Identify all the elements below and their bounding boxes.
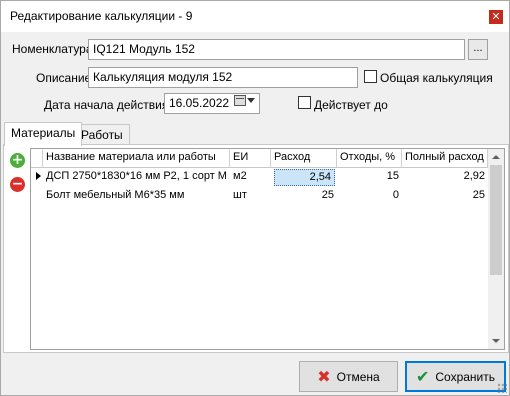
- scroll-thumb[interactable]: [490, 165, 502, 275]
- description-label: Описание: [36, 71, 92, 85]
- cell-waste[interactable]: 0: [337, 187, 402, 206]
- tab-materials[interactable]: Материалы: [4, 122, 83, 146]
- cell-unit[interactable]: шт: [230, 187, 271, 206]
- cell-consumption-selected[interactable]: 2,54: [274, 169, 335, 186]
- materials-grid[interactable]: Название материала или работы ЕИ Расход …: [30, 148, 505, 350]
- column-header-unit[interactable]: ЕИ: [230, 149, 271, 168]
- valid-until-label: Действует до: [314, 98, 388, 112]
- valid-until-checkbox[interactable]: [298, 96, 311, 109]
- cell-unit[interactable]: м2: [230, 168, 271, 187]
- common-calc-checkbox[interactable]: [364, 70, 377, 83]
- dialog-window: Редактирование калькуляции - 9 ✕ Номенкл…: [0, 0, 510, 396]
- start-date-label: Дата начала действия: [44, 98, 169, 112]
- common-calc-label: Общая калькуляция: [380, 71, 493, 85]
- column-header-waste[interactable]: Отходы, %: [337, 149, 402, 168]
- nomenclature-label: Номенклатура: [12, 42, 93, 56]
- window-title: Редактирование калькуляции - 9: [10, 9, 193, 23]
- add-row-button[interactable]: +: [10, 153, 25, 168]
- start-date-value: 16.05.2022: [169, 96, 230, 110]
- column-header-name[interactable]: Название материала или работы: [43, 149, 230, 168]
- current-row-indicator-icon: [36, 172, 41, 180]
- tab-materials-label: Материалы: [11, 126, 76, 140]
- tab-works-label: Работы: [81, 128, 123, 142]
- save-button-label: Сохранить: [435, 369, 496, 384]
- nomenclature-browse-button[interactable]: ...: [468, 39, 488, 60]
- calendar-icon[interactable]: [234, 95, 246, 106]
- title-bar: Редактирование калькуляции - 9 ✕: [1, 1, 509, 32]
- nomenclature-field[interactable]: IQ121 Модуль 152: [88, 39, 465, 60]
- cancel-button[interactable]: ✖ Отмена: [299, 361, 398, 392]
- cell-total[interactable]: 25: [402, 187, 488, 206]
- tab-works[interactable]: Работы: [74, 124, 130, 145]
- scroll-down-icon[interactable]: [492, 339, 500, 343]
- save-button[interactable]: ✔ Сохранить: [405, 361, 506, 392]
- save-check-icon: ✔: [415, 367, 430, 386]
- scroll-up-icon[interactable]: [492, 155, 500, 159]
- cell-waste[interactable]: 15: [337, 168, 402, 187]
- cell-consumption[interactable]: 25: [271, 187, 337, 206]
- description-field[interactable]: Калькуляция модуля 152: [88, 67, 358, 88]
- cancel-x-icon: ✖: [317, 367, 331, 386]
- column-header-consumption[interactable]: Расход: [271, 149, 337, 168]
- column-header-total[interactable]: Полный расход: [402, 149, 488, 168]
- resize-grip-icon[interactable]: [497, 383, 507, 393]
- row-indicator-header: [31, 149, 43, 168]
- chevron-down-icon[interactable]: [247, 98, 255, 103]
- cell-name[interactable]: ДСП 2750*1830*16 мм Р2, 1 сорт М Е: [43, 168, 230, 187]
- cell-total[interactable]: 2,92: [402, 168, 488, 187]
- cancel-button-label: Отмена: [336, 369, 380, 384]
- cell-name[interactable]: Болт мебельный М6*35 мм: [43, 187, 230, 206]
- remove-row-button[interactable]: −: [10, 177, 25, 192]
- close-icon[interactable]: ✕: [489, 10, 503, 24]
- vertical-scrollbar[interactable]: [488, 149, 504, 349]
